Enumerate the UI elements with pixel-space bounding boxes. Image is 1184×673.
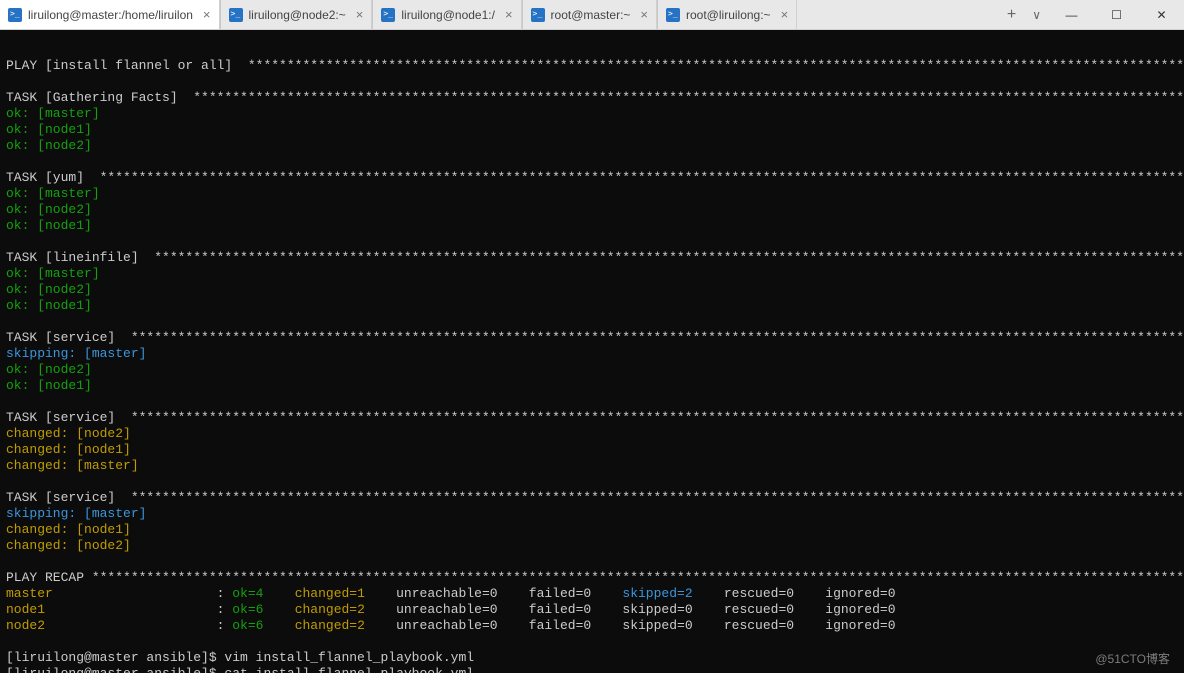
powershell-icon — [8, 8, 22, 22]
tab-close-icon[interactable]: × — [356, 7, 364, 22]
tab-close-icon[interactable]: × — [640, 7, 648, 22]
tab-strip: liruilong@master:/home/liruilon×liruilon… — [0, 0, 999, 29]
tab-dropdown-button[interactable]: ∨ — [1024, 0, 1049, 29]
powershell-icon — [666, 8, 680, 22]
watermark: @51CTO博客 — [1095, 650, 1170, 667]
tab-2[interactable]: liruilong@node1:/ × — [373, 0, 521, 29]
tab-1[interactable]: liruilong@node2:~ × — [221, 0, 373, 29]
tab-label: root@liruilong:~ — [686, 8, 771, 22]
tab-label: root@master:~ — [551, 8, 631, 22]
tab-label: liruilong@node1:/ — [401, 8, 495, 22]
tab-0[interactable]: liruilong@master:/home/liruilon × — [0, 0, 220, 29]
titlebar: liruilong@master:/home/liruilon×liruilon… — [0, 0, 1184, 30]
terminal-output[interactable]: PLAY [install flannel or all] **********… — [0, 30, 1184, 673]
tab-close-icon[interactable]: × — [203, 7, 211, 22]
tab-close-icon[interactable]: × — [505, 7, 513, 22]
tab-label: liruilong@master:/home/liruilon — [28, 8, 193, 22]
maximize-button[interactable]: ☐ — [1094, 0, 1139, 30]
close-window-button[interactable]: ✕ — [1139, 0, 1184, 30]
tab-3[interactable]: root@master:~ × — [523, 0, 657, 29]
tab-close-icon[interactable]: × — [781, 7, 789, 22]
minimize-button[interactable]: — — [1049, 0, 1094, 30]
powershell-icon — [531, 8, 545, 22]
tab-4[interactable]: root@liruilong:~ × — [658, 0, 797, 29]
new-tab-button[interactable]: + — [999, 0, 1024, 29]
powershell-icon — [229, 8, 243, 22]
powershell-icon — [381, 8, 395, 22]
window-controls: — ☐ ✕ — [1049, 0, 1184, 29]
tab-label: liruilong@node2:~ — [249, 8, 346, 22]
